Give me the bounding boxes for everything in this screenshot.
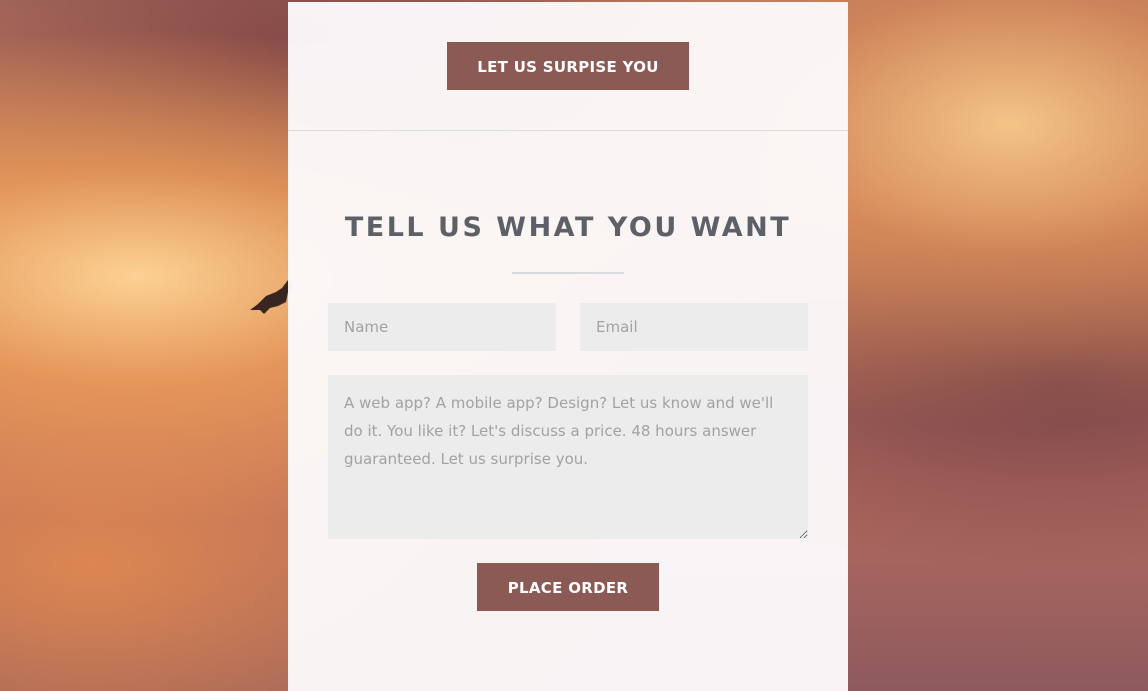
surprise-section: LET US SURPISE YOU: [288, 2, 848, 131]
let-us-surprise-you-button[interactable]: LET US SURPISE YOU: [447, 42, 689, 90]
title-divider: [512, 272, 624, 274]
form-title: TELL US WHAT YOU WANT: [344, 212, 792, 243]
email-input[interactable]: [580, 303, 808, 351]
place-order-button[interactable]: PLACE ORDER: [477, 563, 659, 611]
name-input[interactable]: [328, 303, 556, 351]
message-textarea[interactable]: [328, 375, 808, 539]
content-panel: LET US SURPISE YOU TELL US WHAT YOU WANT…: [288, 2, 848, 691]
